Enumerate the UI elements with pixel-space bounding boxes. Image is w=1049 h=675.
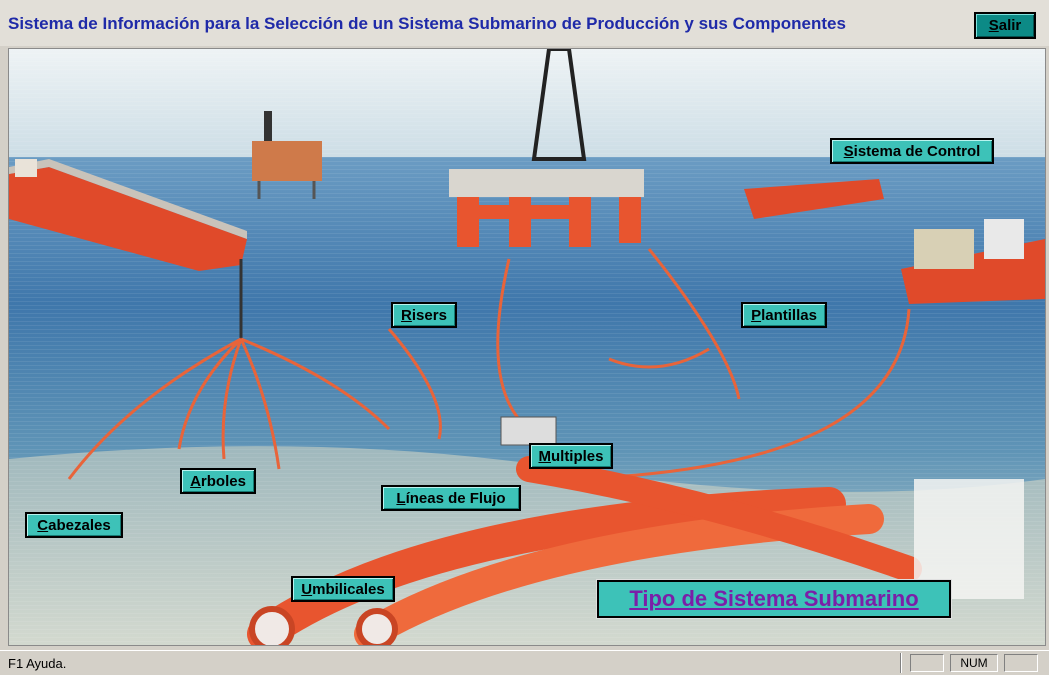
sistema-control-accel: S xyxy=(843,142,854,160)
multiples-button[interactable]: Multiples xyxy=(529,443,613,469)
tipo-sistema-button[interactable]: Tipo de Sistema Submarino xyxy=(596,579,952,619)
exit-accel: S xyxy=(988,17,999,34)
status-panel-num: NUM xyxy=(950,654,998,672)
sistema-control-button[interactable]: Sistema de Control xyxy=(830,138,994,164)
lineas-flujo-button[interactable]: Líneas de Flujo xyxy=(381,485,521,511)
plantillas-accel: P xyxy=(751,306,762,324)
lineas-flujo-label: íneas de Flujo xyxy=(405,489,506,507)
plantillas-button[interactable]: Plantillas xyxy=(741,302,827,328)
cabezales-label: abezales xyxy=(48,516,111,534)
status-separator xyxy=(900,653,902,673)
status-panel-1 xyxy=(910,654,944,672)
umbilicales-button[interactable]: Umbilicales xyxy=(291,576,395,602)
cabezales-accel: C xyxy=(37,516,49,534)
installation-vessel xyxy=(901,219,1045,304)
title-bar: Sistema de Información para la Selección… xyxy=(0,0,1049,46)
arboles-label: rboles xyxy=(200,472,246,490)
umbilicales-accel: U xyxy=(301,580,313,598)
status-panel-3 xyxy=(1004,654,1038,672)
umbilicales-label: mbilicales xyxy=(312,580,385,598)
status-help-text: F1 Ayuda. xyxy=(8,656,67,671)
exit-label: alir xyxy=(998,17,1022,34)
risers-accel: R xyxy=(401,306,412,324)
risers-label: isers xyxy=(411,306,447,324)
multiples-label: ultiples xyxy=(550,447,604,465)
lineas-flujo-accel: L xyxy=(396,489,406,507)
arboles-accel: A xyxy=(190,472,201,490)
exit-button[interactable]: Salir xyxy=(974,12,1036,39)
manifold-structure xyxy=(500,416,557,446)
subsea-system-illustration: Sistema de Control Risers Plantillas Mul… xyxy=(8,48,1046,646)
status-bar: F1 Ayuda. NUM xyxy=(0,650,1049,675)
arboles-button[interactable]: Arboles xyxy=(180,468,256,494)
tipo-sistema-label: Tipo de Sistema Submarino xyxy=(629,586,919,611)
plantillas-label: lantillas xyxy=(761,306,817,324)
sistema-control-label: istema de Control xyxy=(853,142,981,160)
cabezales-button[interactable]: Cabezales xyxy=(25,512,123,538)
multiples-accel: M xyxy=(538,447,551,465)
risers-button[interactable]: Risers xyxy=(391,302,457,328)
app-title: Sistema de Información para la Selección… xyxy=(8,14,846,33)
